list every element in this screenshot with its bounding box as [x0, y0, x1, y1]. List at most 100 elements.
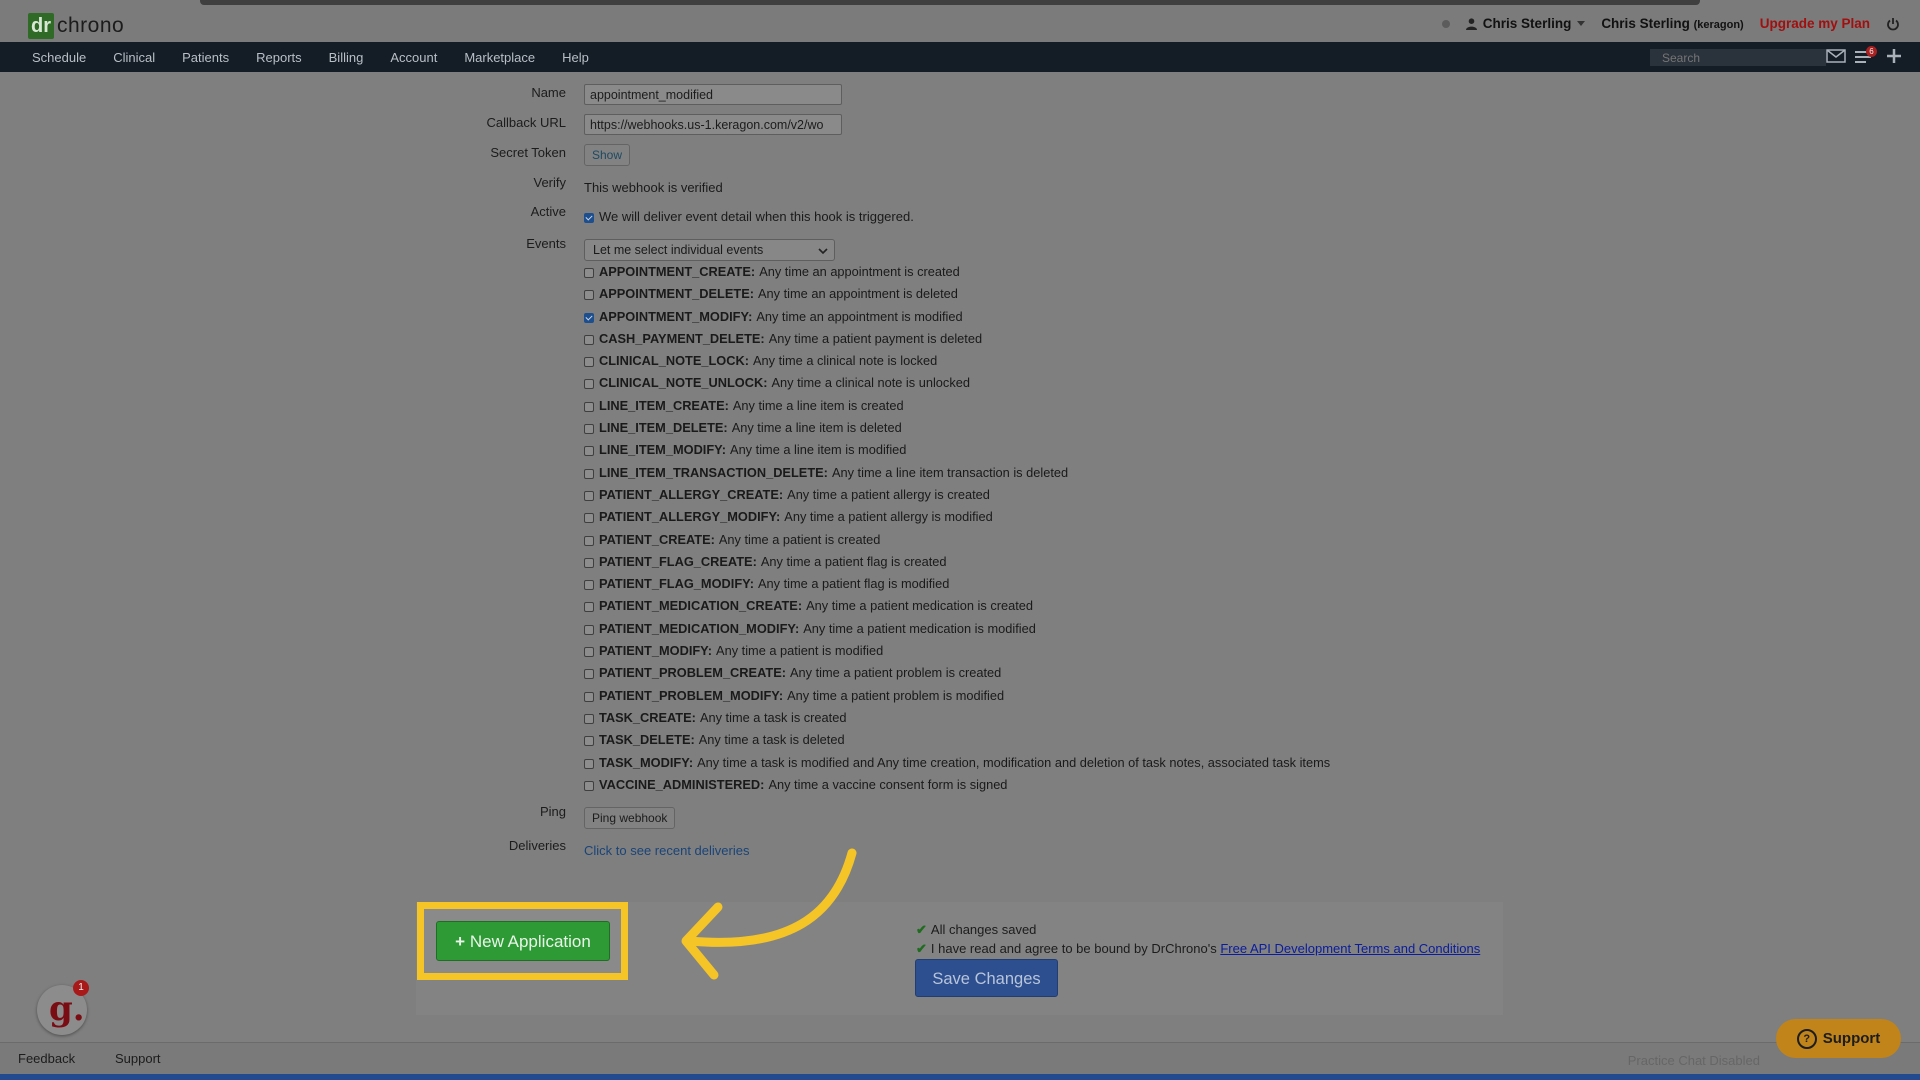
event-row: LINE_ITEM_DELETE: Any time a line item is… [584, 419, 1330, 441]
nav-reports[interactable]: Reports [256, 50, 302, 65]
event-row: APPOINTMENT_DELETE: Any time an appointme… [584, 285, 1330, 307]
help-icon: ? [1796, 1029, 1817, 1049]
nav-schedule[interactable]: Schedule [32, 50, 86, 65]
event-checkbox[interactable] [584, 713, 594, 724]
events-select[interactable]: Let me select individual events [584, 239, 835, 261]
event-checkbox[interactable] [584, 736, 594, 747]
event-desc: Any time a vaccine consent form is signe… [768, 776, 1008, 792]
nav-account[interactable]: Account [390, 50, 437, 65]
event-desc: Any time a patient medication is created [806, 598, 1034, 614]
event-name: PATIENT_PROBLEM_CREATE: [599, 665, 786, 681]
event-checkbox[interactable] [584, 647, 594, 658]
event-row: PATIENT_PROBLEM_CREATE: Any time a patien… [584, 664, 1330, 686]
event-checkbox[interactable] [584, 669, 594, 680]
support-link[interactable]: Support [115, 1051, 161, 1066]
support-widget-label: Support [1822, 1030, 1881, 1047]
terms-link[interactable]: Free API Development Terms and Condition… [1220, 941, 1480, 956]
new-application-label: New Application [469, 932, 591, 951]
event-checkbox[interactable] [584, 513, 594, 524]
event-checkbox[interactable] [584, 401, 594, 412]
event-checkbox[interactable] [584, 535, 594, 546]
save-changes-button[interactable]: Save Changes [915, 959, 1058, 997]
event-name: TASK_CREATE: [599, 709, 696, 725]
event-row: PATIENT_FLAG_CREATE: Any time a patient f… [584, 553, 1330, 575]
verify-status: This webhook is verified [584, 180, 723, 195]
mail-icon[interactable] [1826, 48, 1846, 64]
support-widget-button[interactable]: ? Support [1776, 1019, 1901, 1058]
nav-patients[interactable]: Patients [182, 50, 229, 65]
event-name: LINE_ITEM_MODIFY: [599, 442, 727, 458]
event-checkbox[interactable] [584, 468, 594, 479]
event-name: PATIENT_FLAG_CREATE: [599, 553, 757, 569]
event-name: PATIENT_FLAG_MODIFY: [599, 576, 754, 592]
ping-label: Ping [539, 804, 566, 819]
events-label: Events [526, 236, 566, 251]
active-text: We will deliver event detail when this h… [599, 209, 914, 224]
event-desc: Any time a patient problem is modified [787, 687, 1005, 703]
event-desc: Any time a patient is created [718, 531, 881, 547]
callback-url-label: Callback URL [486, 115, 566, 130]
active-label: Active [530, 204, 566, 219]
event-row: PATIENT_PROBLEM_MODIFY: Any time a patien… [584, 687, 1330, 709]
event-checkbox[interactable] [584, 602, 594, 613]
event-name: TASK_MODIFY: [599, 754, 694, 770]
practice-switcher[interactable]: Chris Sterling (keragon) [1601, 16, 1743, 31]
chevron-down-icon [818, 248, 828, 255]
new-application-button[interactable]: + New Application [436, 921, 610, 961]
event-desc: Any time a patient flag is created [760, 553, 947, 569]
g-badge: 1 [73, 980, 89, 996]
ping-webhook-button[interactable]: Ping webhook [584, 807, 676, 829]
events-list: APPOINTMENT_CREATE: Any time an appointme… [584, 263, 1330, 798]
upgrade-plan-link[interactable]: Upgrade my Plan [1760, 16, 1870, 31]
event-checkbox[interactable] [584, 446, 594, 457]
event-checkbox[interactable] [584, 290, 594, 301]
event-name: CASH_PAYMENT_DELETE: [599, 330, 765, 346]
event-row: LINE_ITEM_TRANSACTION_DELETE: Any time a … [584, 464, 1330, 486]
event-checkbox[interactable] [584, 691, 594, 702]
event-checkbox[interactable] [584, 557, 594, 568]
event-row: PATIENT_MEDICATION_MODIFY: Any time a pat… [584, 620, 1330, 642]
chat-disabled-text: Practice Chat Disabled [1627, 1053, 1760, 1068]
secret-token-label: Secret Token [490, 145, 566, 160]
event-checkbox[interactable] [584, 312, 594, 323]
plus-icon[interactable] [1886, 48, 1902, 64]
event-checkbox[interactable] [584, 580, 594, 591]
event-checkbox[interactable] [584, 379, 594, 390]
practice-name: Chris Sterling [1601, 16, 1690, 31]
power-icon[interactable] [1886, 17, 1900, 31]
active-row: We will deliver event detail when this h… [584, 209, 914, 224]
show-token-button[interactable]: Show [584, 144, 631, 166]
event-checkbox[interactable] [584, 624, 594, 635]
active-checkbox[interactable] [584, 213, 594, 223]
check-icon: ✔ [916, 922, 927, 937]
event-checkbox[interactable] [584, 334, 594, 345]
main-nav: Schedule Clinical Patients Reports Billi… [0, 42, 1920, 72]
event-desc: Any time a clinical note is unlocked [771, 375, 970, 391]
nav-billing[interactable]: Billing [329, 50, 364, 65]
search-input[interactable] [1650, 49, 1826, 66]
event-checkbox[interactable] [584, 424, 594, 435]
event-row: CLINICAL_NOTE_LOCK: Any time a clinical n… [584, 352, 1330, 374]
g-assistant-widget[interactable]: g. 1 [37, 980, 89, 1035]
nav-marketplace[interactable]: Marketplace [464, 50, 535, 65]
event-desc: Any time a line item transaction is dele… [831, 464, 1069, 480]
drchrono-logo[interactable]: dr chrono [28, 12, 124, 40]
name-input[interactable]: appointment_modified [584, 84, 842, 105]
nav-help[interactable]: Help [562, 50, 589, 65]
event-checkbox[interactable] [584, 357, 594, 368]
callback-url-input[interactable]: https://webhooks.us-1.keragon.com/v2/wo [584, 114, 842, 135]
feedback-link[interactable]: Feedback [18, 1051, 75, 1066]
event-checkbox[interactable] [584, 780, 594, 791]
event-checkbox[interactable] [584, 758, 594, 769]
top-right-menu: Chris Sterling Chris Sterling (keragon) … [1441, 16, 1900, 31]
saved-text: All changes saved [930, 922, 1037, 937]
bottom-accent-bar [0, 1074, 1920, 1080]
nav-clinical[interactable]: Clinical [113, 50, 155, 65]
event-checkbox[interactable] [584, 268, 594, 278]
pointer-arrow-icon [681, 848, 857, 980]
event-row: APPOINTMENT_CREATE: Any time an appointme… [584, 263, 1330, 285]
event-checkbox[interactable] [584, 490, 594, 501]
events-select-value: Let me select individual events [593, 243, 764, 257]
user-menu[interactable]: Chris Sterling [1465, 16, 1586, 31]
check-icon: ✔ [916, 941, 927, 956]
